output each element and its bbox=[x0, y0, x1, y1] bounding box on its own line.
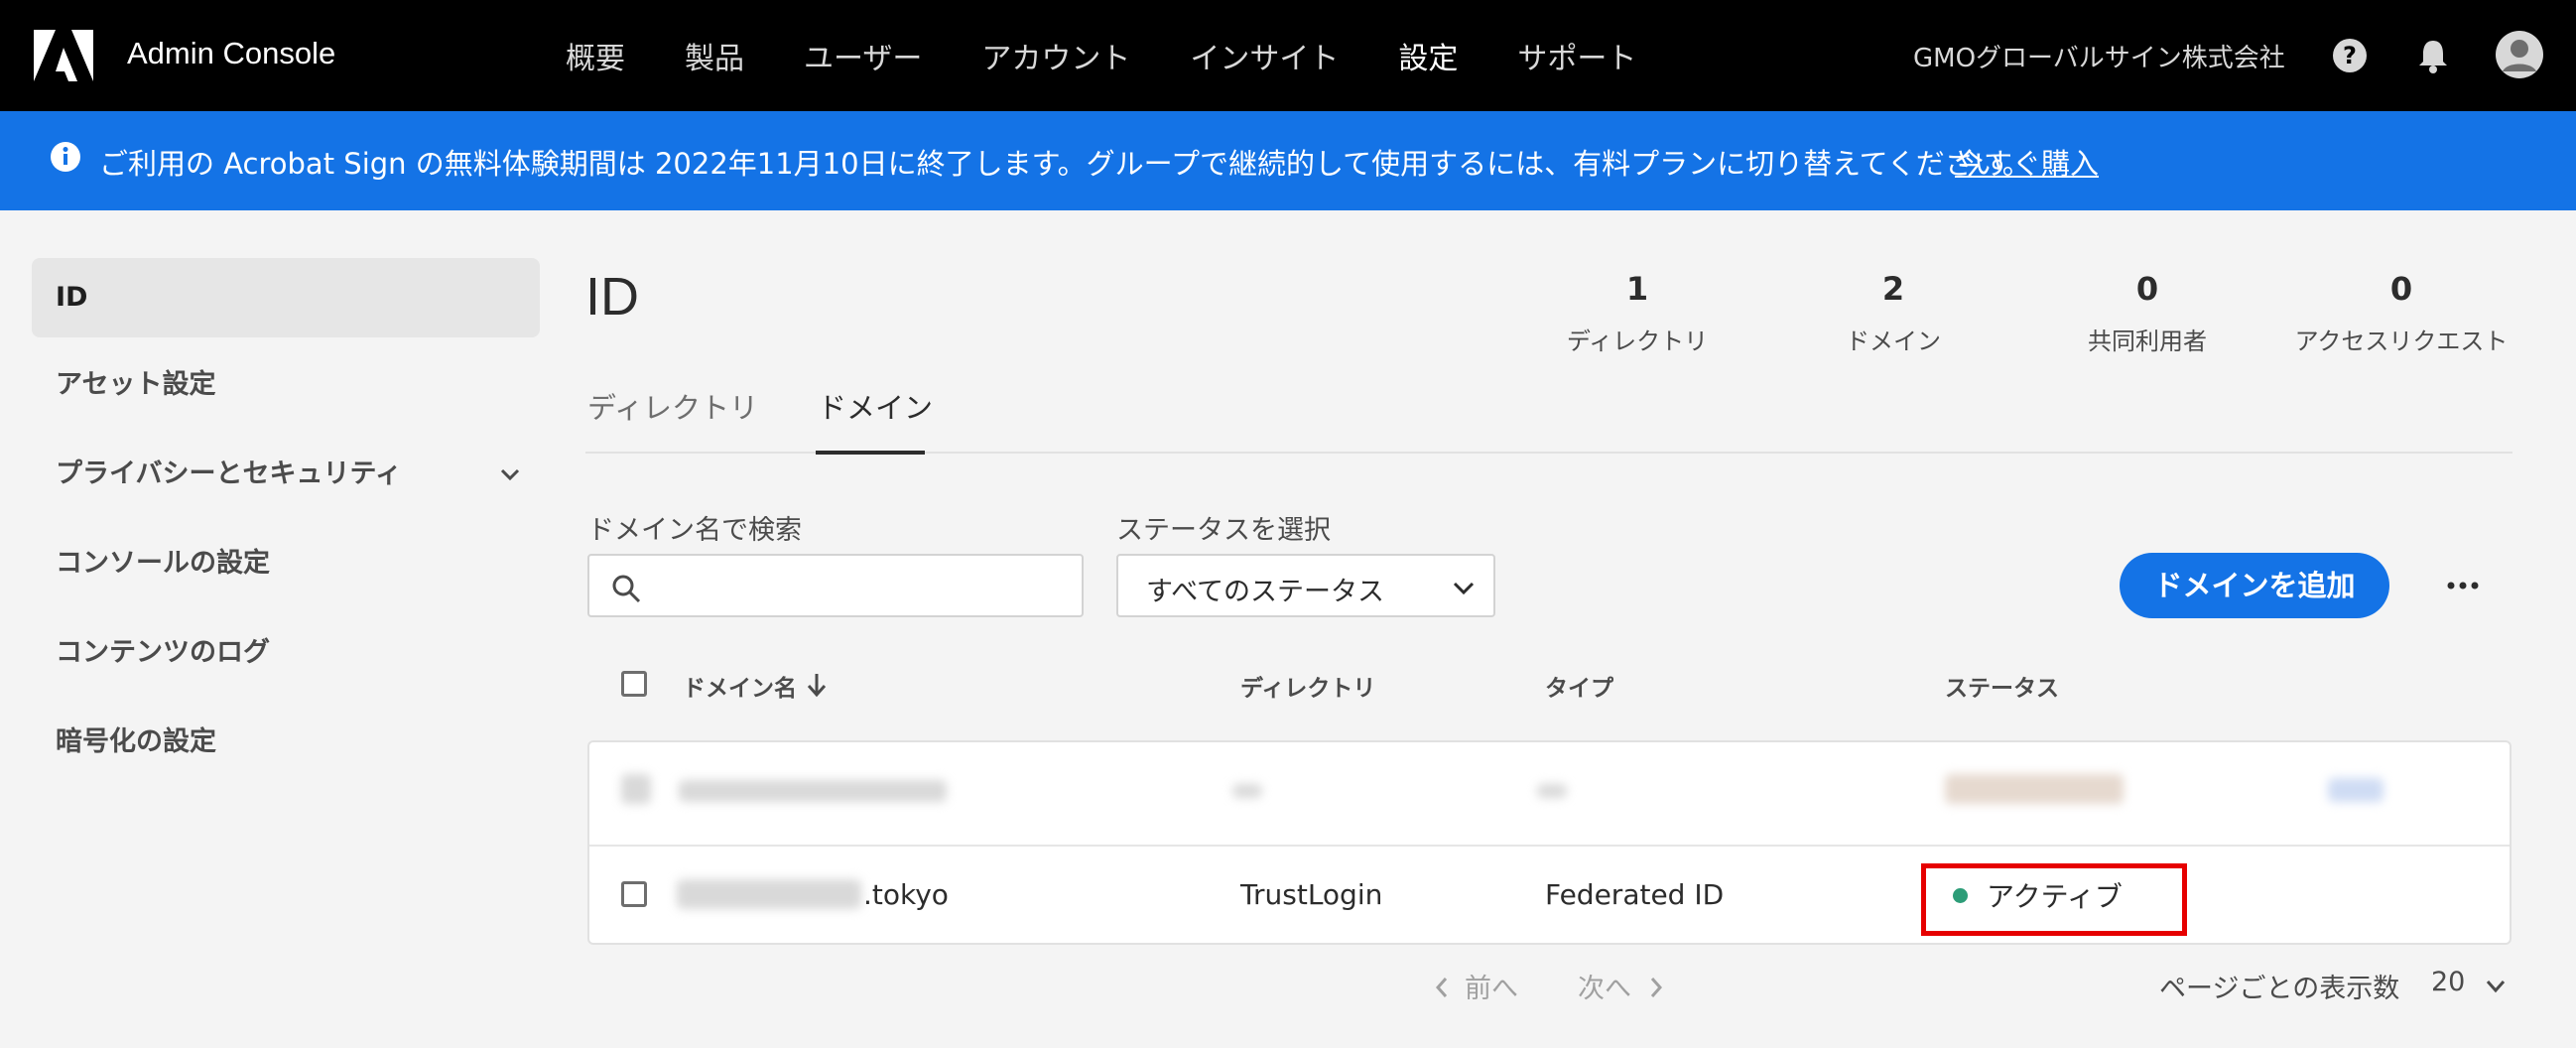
stat-access-requests: 0 アクセスリクエスト bbox=[2272, 270, 2530, 356]
chevron-down-icon bbox=[1453, 582, 1475, 595]
chevron-right-icon bbox=[1650, 978, 1663, 997]
sidebar-item-asset-settings[interactable]: アセット設定 bbox=[32, 345, 540, 425]
main-nav: 概要 製品 ユーザー アカウント インサイト 設定 サポート bbox=[566, 0, 1696, 111]
row-checkbox-redacted bbox=[621, 774, 651, 804]
active-tab-indicator bbox=[816, 451, 925, 455]
help-icon[interactable]: ? bbox=[2330, 36, 2370, 75]
org-switcher[interactable]: GMOグローバルサイン株式会社 bbox=[1913, 38, 2285, 74]
stat-value: 2 bbox=[1881, 270, 1905, 308]
stat-value: 0 bbox=[2135, 270, 2159, 308]
sidebar-item-encryption-settings[interactable]: 暗号化の設定 bbox=[32, 703, 540, 782]
nav-item-products[interactable]: 製品 bbox=[685, 34, 744, 77]
chevron-down-icon[interactable] bbox=[2485, 979, 2507, 994]
sidebar-item-label: ID bbox=[56, 282, 88, 313]
adobe-logo-icon[interactable] bbox=[34, 30, 93, 81]
prev-page-button[interactable]: 前へ bbox=[1465, 967, 1518, 1005]
tab-domains[interactable]: ドメイン bbox=[818, 385, 933, 427]
info-icon bbox=[51, 142, 80, 172]
status-select-value: すべてのステータス bbox=[1146, 577, 1385, 607]
per-page-select[interactable]: 20 bbox=[2431, 967, 2465, 997]
next-page-button[interactable]: 次へ bbox=[1578, 967, 1631, 1005]
add-domain-button[interactable]: ドメインを追加 bbox=[2120, 553, 2389, 618]
select-all-checkbox[interactable] bbox=[621, 671, 647, 697]
column-header-domain[interactable]: ドメイン名 bbox=[683, 669, 797, 703]
sort-arrow-down-icon[interactable] bbox=[806, 671, 828, 699]
stat-directories: 1 ディレクトリ bbox=[1508, 270, 1766, 356]
sidebar-item-id[interactable]: ID bbox=[32, 258, 540, 337]
domain-name-cell: .tokyo bbox=[863, 878, 949, 911]
redacted-status bbox=[1945, 774, 2124, 804]
user-avatar-icon[interactable] bbox=[2495, 30, 2544, 79]
sidebar-item-label: アセット設定 bbox=[56, 369, 216, 400]
stat-value: 1 bbox=[1625, 270, 1649, 308]
column-header-status: ステータス bbox=[1945, 676, 2059, 702]
search-input[interactable] bbox=[653, 566, 1070, 607]
app-title[interactable]: Admin Console bbox=[127, 36, 335, 71]
status-select[interactable]: すべてのステータス bbox=[1116, 554, 1495, 617]
chevron-down-icon[interactable] bbox=[498, 464, 522, 484]
redacted-text bbox=[1537, 784, 1567, 798]
nav-item-settings[interactable]: 設定 bbox=[1398, 34, 1458, 77]
buy-now-link[interactable]: 今すぐ購入 bbox=[1955, 141, 2099, 183]
stat-label: ドメイン bbox=[1846, 328, 1941, 355]
sidebar-item-label: コンテンツのログ bbox=[56, 637, 270, 668]
redacted-badge bbox=[2328, 778, 2383, 802]
directory-cell: TrustLogin bbox=[1240, 878, 1383, 911]
nav-item-insights[interactable]: インサイト bbox=[1190, 34, 1339, 77]
type-cell: Federated ID bbox=[1545, 878, 1725, 911]
domains-table bbox=[587, 740, 2512, 945]
banner-message: ご利用の Acrobat Sign の無料体験期間は 2022年11月10日に終… bbox=[99, 147, 2031, 181]
top-navigation-bar: Admin Console 概要 製品 ユーザー アカウント インサイト 設定 … bbox=[0, 0, 2576, 111]
stat-trustees: 0 共同利用者 bbox=[2018, 270, 2276, 356]
chevron-left-icon bbox=[1435, 978, 1448, 997]
stat-value: 0 bbox=[2389, 270, 2413, 308]
annotation-highlight-box bbox=[1921, 863, 2187, 936]
nav-item-account[interactable]: アカウント bbox=[981, 34, 1130, 77]
more-options-icon[interactable] bbox=[2443, 568, 2483, 603]
nav-item-support[interactable]: サポート bbox=[1517, 34, 1636, 77]
status-label: ステータスを選択 bbox=[1116, 515, 1331, 546]
sidebar-item-content-logs[interactable]: コンテンツのログ bbox=[32, 613, 540, 693]
sidebar-item-console-settings[interactable]: コンソールの設定 bbox=[32, 524, 540, 603]
per-page-label: ページごとの表示数 bbox=[2159, 974, 2400, 1004]
sidebar-item-label: コンソールの設定 bbox=[56, 548, 270, 579]
page-title: ID bbox=[585, 267, 639, 327]
nav-item-overview[interactable]: 概要 bbox=[566, 34, 625, 77]
sidebar-item-label: プライバシーとセキュリティ bbox=[56, 458, 402, 489]
redacted-text bbox=[679, 780, 947, 802]
row-checkbox[interactable] bbox=[621, 881, 647, 907]
column-header-type: タイプ bbox=[1545, 676, 1613, 702]
column-header-directory: ディレクトリ bbox=[1240, 676, 1376, 702]
search-icon bbox=[612, 575, 641, 603]
notification-bell-icon[interactable] bbox=[2413, 36, 2453, 75]
trial-banner: ご利用の Acrobat Sign の無料体験期間は 2022年11月10日に終… bbox=[0, 111, 2576, 210]
stat-label: アクセスリクエスト bbox=[2294, 328, 2509, 355]
sidebar-item-label: 暗号化の設定 bbox=[56, 726, 216, 757]
redacted-text bbox=[1232, 784, 1262, 798]
search-label: ドメイン名で検索 bbox=[587, 515, 802, 546]
redacted-domain-prefix bbox=[677, 879, 861, 909]
search-field[interactable] bbox=[587, 554, 1084, 617]
row-divider bbox=[589, 845, 2510, 847]
stat-domains: 2 ドメイン bbox=[1764, 270, 2022, 356]
nav-item-users[interactable]: ユーザー bbox=[804, 34, 922, 77]
stat-label: ディレクトリ bbox=[1566, 328, 1709, 355]
stat-label: 共同利用者 bbox=[2088, 328, 2207, 355]
sidebar-item-privacy-security[interactable]: プライバシーとセキュリティ bbox=[32, 435, 540, 514]
tab-directories[interactable]: ディレクトリ bbox=[587, 385, 758, 427]
svg-text:?: ? bbox=[2343, 42, 2357, 69]
